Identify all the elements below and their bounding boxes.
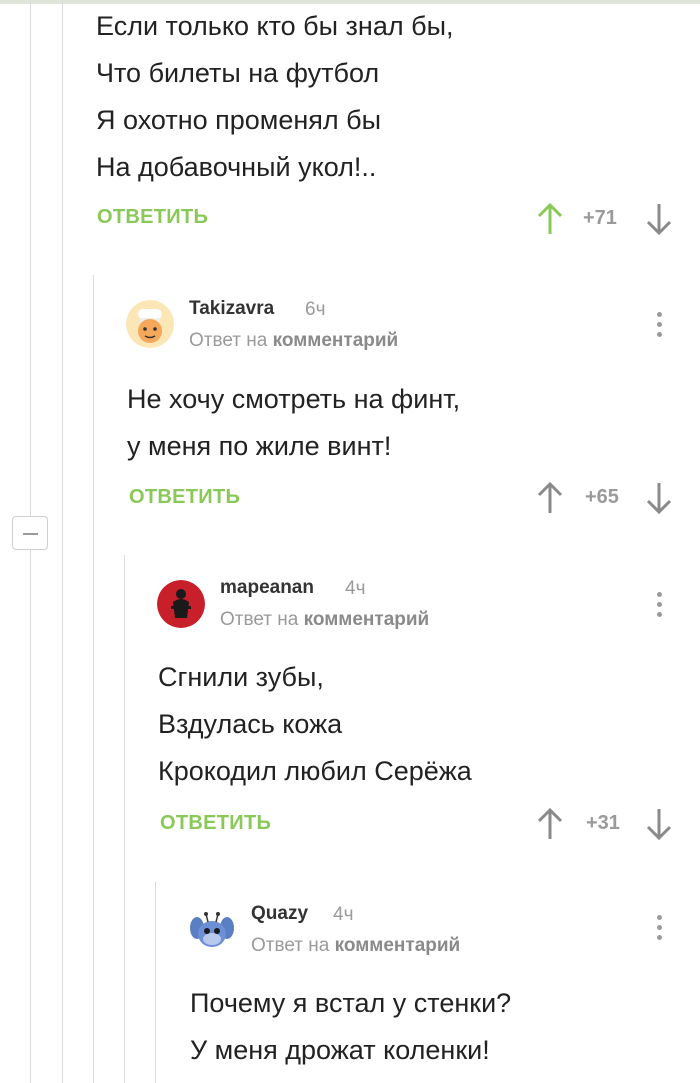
comment-line: Я охотно променял бы — [96, 105, 382, 135]
comment-line: Почему я встал у стенки? — [190, 988, 512, 1018]
comment-line: Если только кто бы знал бы, — [96, 11, 454, 41]
rating-score: +31 — [586, 812, 620, 834]
thread-line[interactable] — [62, 0, 63, 1083]
reply-button[interactable]: ОТВЕТИТЬ — [129, 486, 240, 509]
username[interactable]: mapeanan — [220, 577, 314, 599]
comment-time: 4ч — [345, 578, 366, 599]
comment-line: Что билеты на футбол — [96, 58, 380, 88]
reply-to-link[interactable]: комментарий — [304, 609, 430, 630]
username[interactable]: Quazy — [251, 903, 308, 925]
reply-button[interactable]: ОТВЕТИТЬ — [160, 812, 271, 835]
comment-line: у меня по жиле винт! — [127, 431, 392, 461]
thread-line[interactable] — [30, 0, 31, 516]
reply-to-prefix: Ответ на — [251, 935, 330, 956]
arrow-up-icon[interactable] — [537, 203, 563, 235]
comment-line: На добавочный укол!.. — [96, 152, 377, 182]
arrow-down-icon[interactable] — [646, 203, 672, 235]
rating-score: +65 — [585, 486, 619, 508]
comment-line: Вздулась кожа — [158, 709, 343, 739]
reply-button[interactable]: ОТВЕТИТЬ — [97, 206, 208, 229]
comment-line: Не хочу смотреть на финт, — [127, 384, 461, 414]
avatar[interactable] — [157, 580, 205, 628]
avatar[interactable] — [126, 300, 174, 348]
arrow-up-icon[interactable] — [537, 808, 563, 840]
arrow-down-icon[interactable] — [646, 808, 672, 840]
kebab-menu-icon[interactable] — [654, 312, 664, 342]
comment-text: Если только кто бы знал бы, Что билеты н… — [96, 3, 454, 191]
kebab-menu-icon[interactable] — [654, 592, 664, 622]
reply-to-prefix: Ответ на — [220, 609, 299, 630]
reply-to-info: Ответ на комментарий — [220, 609, 429, 631]
comment-time: 4ч — [333, 904, 354, 925]
reply-to-info: Ответ на комментарий — [251, 935, 460, 957]
arrow-up-icon[interactable] — [537, 482, 563, 514]
comment-line: Сгнили зубы, — [158, 662, 324, 692]
avatar[interactable] — [188, 906, 236, 954]
arrow-down-icon[interactable] — [646, 482, 672, 514]
comment-line: Крокодил любил Серёжа — [158, 756, 472, 786]
kebab-menu-icon[interactable] — [654, 915, 664, 945]
reply-to-link[interactable]: комментарий — [335, 935, 461, 956]
comment-text: Почему я встал у стенки? У меня дрожат к… — [190, 980, 511, 1074]
username[interactable]: Takizavra — [189, 298, 274, 320]
thread-line[interactable] — [124, 555, 125, 1083]
thread-line[interactable] — [155, 882, 156, 1083]
comment-time: 6ч — [305, 299, 326, 320]
thread-line[interactable] — [30, 550, 31, 1083]
thread-line[interactable] — [93, 275, 94, 1083]
comment-text: Не хочу смотреть на финт, у меня по жиле… — [127, 376, 460, 470]
reply-to-link[interactable]: комментарий — [273, 330, 399, 351]
reply-to-prefix: Ответ на — [189, 330, 268, 351]
rating-score: +71 — [583, 207, 617, 229]
comment-text: Сгнили зубы, Вздулась кожа Крокодил люби… — [158, 654, 472, 795]
reply-to-info: Ответ на комментарий — [189, 330, 398, 352]
collapse-minus-icon[interactable] — [12, 516, 48, 550]
comment-line: У меня дрожат коленки! — [190, 1035, 490, 1065]
